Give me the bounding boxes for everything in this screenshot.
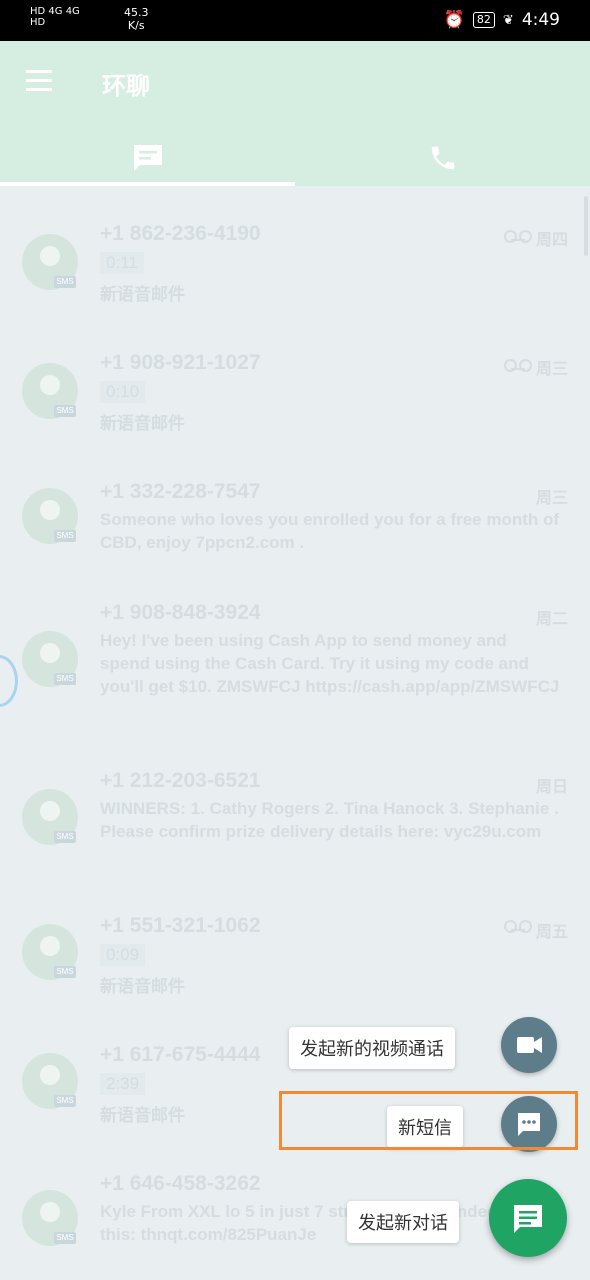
voicemail-icon: [504, 230, 532, 243]
conversation-phone: +1 908-921-1027: [100, 351, 261, 374]
avatar: SMS: [22, 234, 78, 290]
conversation-phone: +1 908-848-3924: [100, 601, 261, 624]
signal-indicators: HD 4G 4G HD: [30, 6, 80, 28]
voicemail-icon: [504, 359, 532, 372]
sms-badge: SMS: [54, 831, 76, 843]
person-icon: [40, 1202, 60, 1222]
conversation-subtitle: 新语音邮件: [100, 414, 185, 433]
network-speed: 45.3 K/s: [124, 6, 149, 32]
avatar: SMS: [22, 631, 78, 687]
conversation-message: Someone who loves you enrolled you for a…: [100, 510, 560, 552]
video-call-button[interactable]: [501, 1017, 557, 1073]
sms-badge: SMS: [54, 276, 76, 288]
sms-badge: SMS: [54, 530, 76, 542]
menu-icon[interactable]: [26, 70, 52, 91]
sms-badge: SMS: [54, 405, 76, 417]
alarm-icon: ⏰: [443, 10, 465, 30]
conversation-day: 周二: [535, 611, 568, 628]
battery-level: 82: [472, 12, 495, 28]
phone-icon: [431, 146, 454, 170]
person-icon: [40, 246, 60, 266]
conversation-phone: +1 551-321-1062: [100, 914, 261, 937]
new-conversation-button[interactable]: [489, 1179, 567, 1257]
avatar: SMS: [22, 1053, 78, 1109]
conversation-phone: +1 332-228-7547: [100, 480, 261, 503]
voicemail-duration: 2:39: [100, 1073, 146, 1095]
clock: 4:49: [521, 10, 560, 30]
signal-line-2: HD: [30, 17, 46, 28]
conversation-message: WINNERS: 1. Cathy Rogers 2. Tina Hanock …: [100, 799, 559, 841]
conversation-day: 周三: [535, 361, 568, 378]
message-icon: [133, 145, 162, 171]
conversation-phone: +1 646-458-3262: [100, 1172, 261, 1195]
conversation-message: Hey! I've been using Cash App to send mo…: [100, 631, 560, 696]
avatar: SMS: [22, 488, 78, 544]
voicemail-duration: 0:10: [100, 381, 146, 403]
network-speed-value: 45.3: [124, 6, 149, 19]
new-conversation-label[interactable]: 发起新对话: [347, 1201, 459, 1243]
person-icon: [40, 500, 60, 520]
person-icon: [40, 643, 60, 663]
tab-calls[interactable]: [295, 132, 590, 184]
network-speed-unit: K/s: [127, 19, 145, 32]
conversation-day: 周日: [535, 779, 568, 796]
conversation-subtitle: 新语音邮件: [100, 1106, 185, 1125]
leaf-icon: ❦: [502, 12, 514, 28]
conversation-phone: +1 617-675-4444: [100, 1043, 261, 1066]
voicemail-duration: 0:11: [100, 252, 144, 274]
conversation-day: 周三: [535, 490, 568, 507]
person-icon: [40, 801, 60, 821]
sms-badge: SMS: [54, 1095, 76, 1107]
highlight-box: [279, 1091, 578, 1150]
status-right: ⏰ 82 ❦ 4:49: [444, 10, 560, 30]
video-camera-icon: [517, 1037, 542, 1053]
avatar: SMS: [22, 924, 78, 980]
avatar: SMS: [22, 1190, 78, 1246]
sms-badge: SMS: [54, 673, 76, 685]
person-icon: [40, 936, 60, 956]
sms-badge: SMS: [54, 966, 76, 978]
conversation-subtitle: 新语音邮件: [100, 977, 185, 996]
voicemail-icon: [504, 920, 532, 933]
conversation-phone: +1 212-203-6521: [100, 769, 261, 792]
person-icon: [40, 375, 60, 395]
signal-line-1: HD 4G 4G: [30, 6, 80, 17]
avatar: SMS: [22, 789, 78, 845]
voicemail-duration: 0:09: [100, 944, 146, 966]
person-icon: [40, 1065, 60, 1085]
avatar: SMS: [22, 363, 78, 419]
conversation-phone: +1 862-236-4190: [100, 222, 261, 245]
conversation-day: 周五: [535, 924, 568, 941]
status-bar: HD 4G 4G HD 45.3 K/s ⏰ 82 ❦ 4:49: [0, 0, 590, 41]
scrollbar[interactable]: [584, 196, 588, 256]
chat-icon: [514, 1205, 542, 1233]
conversation-day: 周四: [535, 232, 568, 249]
sms-badge: SMS: [54, 1232, 76, 1244]
video-call-label[interactable]: 发起新的视频通话: [289, 1027, 455, 1069]
app-title: 环聊: [102, 73, 150, 100]
conversation-subtitle: 新语音邮件: [100, 285, 185, 304]
tab-messages[interactable]: [0, 132, 295, 184]
